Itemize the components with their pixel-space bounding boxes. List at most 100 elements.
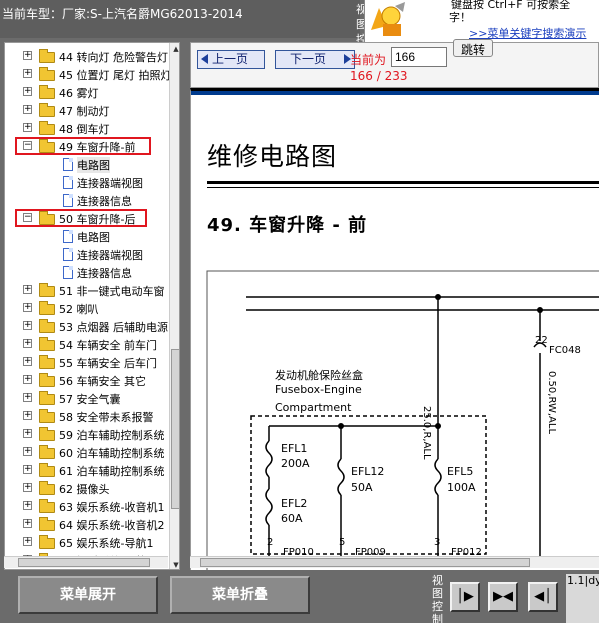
tree-folder-item[interactable]: +55 车辆安全 后车门 bbox=[5, 353, 169, 371]
tree-folder-item[interactable]: +56 车辆安全 其它 bbox=[5, 371, 169, 389]
expand-toggle-icon[interactable]: + bbox=[23, 519, 32, 528]
expand-toggle-icon[interactable]: + bbox=[23, 69, 32, 78]
collapse-menu-button[interactable]: 菜单折叠 bbox=[170, 576, 310, 614]
tree-doc-item[interactable]: 电路图 bbox=[5, 155, 169, 173]
page-number-input[interactable] bbox=[391, 47, 447, 67]
tree-doc-item[interactable]: 连接器信息 bbox=[5, 191, 169, 209]
tree-item-label: 64 娱乐系统-收音机2 bbox=[59, 519, 165, 532]
tree-folder-item[interactable]: +62 摄像头 bbox=[5, 479, 169, 497]
tree-item-label: 45 位置灯 尾灯 拍照灯 bbox=[59, 69, 172, 82]
fuse-efl5-symbol bbox=[434, 458, 442, 496]
hscroll-thumb[interactable] bbox=[18, 558, 150, 567]
tree-folder-item[interactable]: +44 转向灯 危险警告灯 bbox=[5, 47, 169, 65]
tree-item-label: 53 点烟器 后辅助电源 bbox=[59, 321, 168, 334]
expand-toggle-icon[interactable]: + bbox=[23, 87, 32, 96]
fusebox-en-label-1: Fusebox-Engine bbox=[275, 383, 362, 396]
tree-item-label: 62 摄像头 bbox=[59, 483, 110, 496]
folder-icon bbox=[39, 337, 55, 351]
expand-toggle-icon[interactable]: + bbox=[23, 123, 32, 132]
fuse-efl1-name: EFL1 bbox=[281, 442, 308, 455]
pin-label: 2 bbox=[267, 537, 274, 548]
fusebox-en-label-2: Compartment bbox=[275, 401, 352, 414]
fuse-efl5-rating: 100A bbox=[447, 481, 476, 494]
tree-folder-item[interactable]: +51 非一键式电动车窗 bbox=[5, 281, 169, 299]
folder-icon bbox=[39, 481, 55, 495]
expand-toggle-icon[interactable]: + bbox=[23, 303, 32, 312]
tree-item-label: 连接器端视图 bbox=[77, 177, 143, 190]
expand-toggle-icon[interactable]: + bbox=[23, 375, 32, 384]
app-window: 当前车型：厂家:S-上汽名爵MG62013-2014 视图控 键盘按 Ctrl+… bbox=[0, 0, 599, 623]
arrow-left-icon bbox=[201, 54, 208, 64]
expand-toggle-icon[interactable]: + bbox=[23, 447, 32, 456]
tree-folder-item[interactable]: +64 娱乐系统-收音机2 bbox=[5, 515, 169, 533]
expand-toggle-icon[interactable]: + bbox=[23, 51, 32, 60]
scroll-down-icon[interactable]: ▼ bbox=[171, 560, 179, 569]
fuse-efl5-name: EFL5 bbox=[447, 465, 474, 478]
tree-item-label: 63 娱乐系统-收音机1 bbox=[59, 501, 165, 514]
expand-toggle-icon[interactable]: + bbox=[23, 339, 32, 348]
view-control-label: 视图控制 bbox=[432, 574, 443, 623]
tree-folder-item[interactable]: +54 车辆安全 前车门 bbox=[5, 335, 169, 353]
fuse-efl12-symbol bbox=[337, 458, 345, 496]
tree-doc-item[interactable]: 连接器端视图 bbox=[5, 173, 169, 191]
prev-page-label: 上一页 bbox=[212, 52, 249, 66]
tree-vertical-scrollbar[interactable]: ▲ ▼ bbox=[169, 43, 179, 569]
document-icon bbox=[63, 158, 73, 171]
tree-item-label: 连接器信息 bbox=[77, 195, 132, 208]
expand-toggle-icon[interactable]: + bbox=[23, 393, 32, 402]
tree-doc-item[interactable]: 连接器端视图 bbox=[5, 245, 169, 263]
next-page-label: 下一页 bbox=[290, 52, 327, 66]
expand-toggle-icon[interactable]: + bbox=[23, 357, 32, 366]
tree-item-label: 44 转向灯 危险警告灯 bbox=[59, 51, 168, 64]
tree-folder-item[interactable]: +61 泊车辅助控制系统 bbox=[5, 461, 169, 479]
title-side-label: 视图控 bbox=[356, 3, 367, 46]
circuit-diagram bbox=[206, 270, 599, 570]
expand-toggle-icon[interactable]: + bbox=[23, 285, 32, 294]
tree-doc-item[interactable]: 电路图 bbox=[5, 227, 169, 245]
tree-folder-item[interactable]: +47 制动灯 bbox=[5, 101, 169, 119]
expand-toggle-icon[interactable]: + bbox=[23, 501, 32, 510]
window-title: 当前车型：厂家:S-上汽名爵MG62013-2014 bbox=[2, 7, 243, 21]
tree-item-label: 47 制动灯 bbox=[59, 105, 110, 118]
tree-folder-item[interactable]: +46 雾灯 bbox=[5, 83, 169, 101]
folder-icon bbox=[39, 283, 55, 297]
expand-toggle-icon[interactable]: + bbox=[23, 105, 32, 114]
expand-toggle-icon[interactable]: + bbox=[23, 321, 32, 330]
view-expand-right-button[interactable]: │▶ bbox=[450, 582, 480, 612]
prev-page-button[interactable]: 上一页 bbox=[197, 50, 265, 69]
tree-item-label: 61 泊车辅助控制系统 bbox=[59, 465, 165, 478]
version-label: 1.1|dy bbox=[566, 574, 599, 623]
tree-folder-item[interactable]: +60 泊车辅助控制系统 bbox=[5, 443, 169, 461]
scroll-up-icon[interactable]: ▲ bbox=[171, 44, 179, 54]
expand-toggle-icon[interactable]: + bbox=[23, 411, 32, 420]
tree-folder-item[interactable]: +53 点烟器 后辅助电源 bbox=[5, 317, 169, 335]
tree-horizontal-scrollbar[interactable] bbox=[4, 556, 168, 568]
expand-toggle-icon[interactable]: + bbox=[23, 429, 32, 438]
pin-label: 5 bbox=[339, 537, 346, 548]
tree-folder-item[interactable]: +48 倒车灯 bbox=[5, 119, 169, 137]
go-button[interactable]: 跳转 bbox=[453, 39, 493, 57]
tree-folder-item[interactable]: +52 喇叭 bbox=[5, 299, 169, 317]
expand-toggle-icon[interactable]: + bbox=[23, 537, 32, 546]
tree-folder-item[interactable]: +57 安全气囊 bbox=[5, 389, 169, 407]
tree-folder-item[interactable]: +45 位置灯 尾灯 拍照灯 bbox=[5, 65, 172, 83]
tree-folder-item[interactable]: +58 安全带未系报警 bbox=[5, 407, 169, 425]
document-horizontal-scrollbar[interactable] bbox=[190, 556, 599, 568]
expand-toggle-icon[interactable]: + bbox=[23, 483, 32, 492]
next-page-button[interactable]: 下一页 bbox=[275, 50, 355, 69]
tree-folder-item[interactable]: +59 泊车辅助控制系统 bbox=[5, 425, 169, 443]
view-split-button[interactable]: ▶◀ bbox=[488, 582, 518, 612]
doc-hscroll-thumb[interactable] bbox=[200, 558, 530, 567]
view-expand-left-button[interactable]: ◀│ bbox=[528, 582, 558, 612]
tree-doc-item[interactable]: 连接器信息 bbox=[5, 263, 169, 281]
current-page-label: 当前为 bbox=[350, 53, 387, 67]
expand-menu-button[interactable]: 菜单展开 bbox=[18, 576, 158, 614]
tree-item-label: 55 车辆安全 后车门 bbox=[59, 357, 157, 370]
tree-folder-item[interactable]: +63 娱乐系统-收音机1 bbox=[5, 497, 169, 515]
scroll-thumb[interactable] bbox=[171, 349, 179, 509]
tree-folder-item[interactable]: +65 娱乐系统-导航1 bbox=[5, 533, 169, 551]
folder-icon bbox=[39, 67, 55, 81]
document-icon bbox=[63, 176, 73, 189]
tree-item-label: 65 娱乐系统-导航1 bbox=[59, 537, 154, 550]
expand-toggle-icon[interactable]: + bbox=[23, 465, 32, 474]
